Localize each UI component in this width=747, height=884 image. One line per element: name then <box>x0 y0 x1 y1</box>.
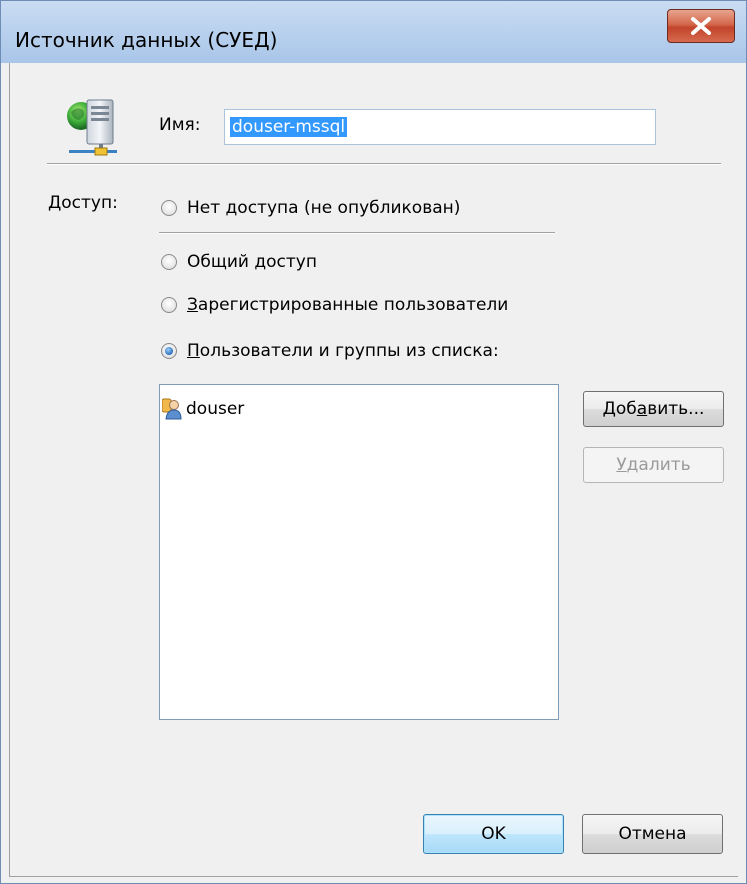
close-icon <box>691 17 711 35</box>
close-button[interactable] <box>667 9 735 43</box>
header-separator <box>47 163 721 165</box>
radio-label: Нет доступа (не опубликован) <box>187 198 461 218</box>
radio-no-access[interactable]: Нет доступа (не опубликован) <box>161 198 460 218</box>
access-label: Доступ: <box>48 193 118 213</box>
radio-label: Пользователи и группы из списка: <box>187 341 499 361</box>
window-title: Источник данных (СУЕД) <box>15 28 278 52</box>
radio-users-from-list[interactable]: Пользователи и группы из списка: <box>161 341 499 361</box>
radio-registered-users[interactable]: Зарегистрированные пользователи <box>161 295 508 315</box>
radio-button[interactable] <box>161 200 177 216</box>
users-listbox[interactable]: douser <box>159 384 559 720</box>
radio-label: Общий доступ <box>187 252 317 272</box>
cancel-button[interactable]: Отмена <box>582 814 723 854</box>
dialog-window: Источник данных (СУЕД) Имя: douser-mssql… <box>0 0 747 884</box>
server-icon <box>67 99 117 156</box>
remove-button[interactable]: Удалить <box>583 447 724 483</box>
name-input[interactable]: douser-mssql <box>224 109 656 145</box>
list-item-label: douser <box>186 399 245 419</box>
user-icon <box>162 398 182 420</box>
radio-button[interactable] <box>161 254 177 270</box>
name-input-value: douser-mssql <box>230 117 348 137</box>
radio-label: Зарегистрированные пользователи <box>187 295 509 315</box>
radio-public-access[interactable]: Общий доступ <box>161 252 317 272</box>
radio-button[interactable] <box>161 297 177 313</box>
title-bar[interactable]: Источник данных (СУЕД) <box>1 1 746 63</box>
access-separator <box>159 232 555 234</box>
ok-button[interactable]: OK <box>423 814 564 854</box>
name-label: Имя: <box>159 115 201 135</box>
add-button[interactable]: Доб а вить... <box>583 391 724 427</box>
radio-button-selected[interactable] <box>161 343 177 359</box>
list-item[interactable]: douser <box>162 398 244 420</box>
